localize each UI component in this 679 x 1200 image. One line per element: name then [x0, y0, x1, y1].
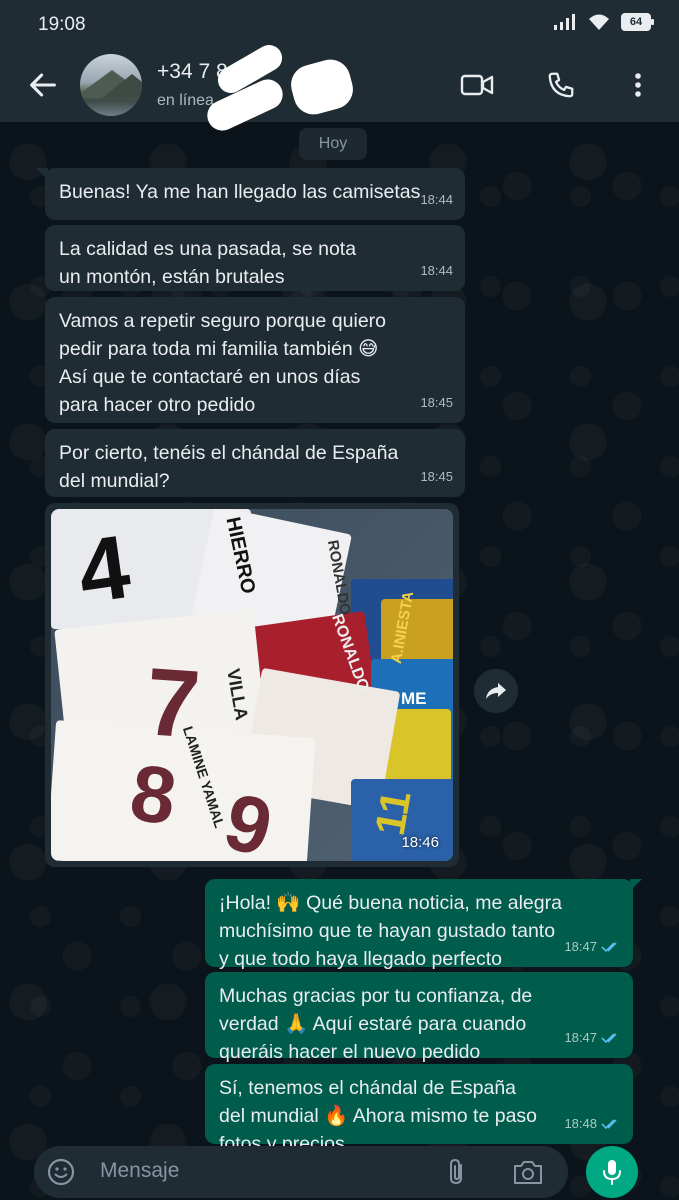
message-text: Buenas! Ya me han llegado las camisetas — [59, 181, 421, 203]
status-icons: 64 — [553, 13, 654, 31]
back-arrow-icon[interactable] — [26, 68, 60, 102]
incoming-message[interactable]: Buenas! Ya me han llegado las camisetas … — [45, 168, 465, 220]
mic-icon — [603, 1160, 621, 1185]
signal-icon — [554, 14, 575, 30]
incoming-message[interactable]: Vamos a repetir seguro porque quiero ped… — [45, 297, 465, 423]
emoji-icon[interactable] — [46, 1157, 76, 1187]
double-check-icon — [601, 1033, 617, 1044]
message-text: Vamos a repetir seguro porque quiero ped… — [59, 310, 386, 416]
contact-status: en línea — [157, 92, 214, 109]
date-chip: Hoy — [299, 128, 367, 160]
message-text: La calidad es una pasada, se nota un mon… — [59, 238, 357, 288]
message-text: Muchas gracias por tu confianza, de verd… — [219, 985, 533, 1063]
message-time: 18:44 — [420, 192, 453, 207]
redaction-mark — [286, 55, 358, 119]
avatar[interactable] — [80, 54, 142, 116]
message-input-bar[interactable]: Mensaje — [34, 1146, 568, 1198]
message-time: 18:47 — [564, 1030, 597, 1045]
message-time: 18:48 — [564, 1116, 597, 1131]
jerseys-photo[interactable]: 4 HIERRO RONALDO A.INIESTA RONALDO ME VI… — [51, 509, 453, 861]
double-check-icon — [601, 1119, 617, 1130]
forward-icon — [486, 683, 506, 699]
video-call-icon[interactable] — [460, 70, 494, 100]
battery-icon: 64 — [621, 13, 654, 31]
jersey-name: ME — [401, 689, 427, 708]
double-check-icon — [601, 942, 617, 953]
attach-icon[interactable] — [444, 1157, 470, 1187]
outgoing-message[interactable]: Sí, tenemos el chándal de España del mun… — [205, 1064, 633, 1155]
incoming-message[interactable]: Por cierto, tenéis el chándal de España … — [45, 429, 465, 497]
mic-button[interactable] — [586, 1146, 638, 1198]
forward-button[interactable] — [474, 669, 518, 713]
status-time: 19:08 — [38, 14, 86, 35]
message-text: Por cierto, tenéis el chándal de España … — [59, 442, 399, 492]
photo-message[interactable]: 4 HIERRO RONALDO A.INIESTA RONALDO ME VI… — [45, 503, 459, 867]
status-bar: 19:08 64 — [0, 0, 679, 50]
chat-header: +34 7 8 5 en línea — [0, 40, 679, 136]
message-time: 18:45 — [420, 395, 453, 410]
camera-icon[interactable] — [512, 1158, 544, 1186]
message-time: 18:44 — [420, 263, 453, 278]
message-time: 18:47 — [564, 939, 597, 954]
message-input[interactable]: Mensaje — [100, 1159, 179, 1183]
incoming-message[interactable]: La calidad es una pasada, se nota un mon… — [45, 225, 465, 291]
message-time: 18:45 — [420, 469, 453, 484]
message-time: 18:46 — [401, 834, 439, 851]
outgoing-message[interactable]: ¡Hola! 🙌 Qué buena noticia, me alegra mu… — [205, 879, 633, 970]
jersey-number: 11 — [365, 786, 420, 839]
wifi-icon — [589, 14, 609, 30]
message-text: ¡Hola! 🙌 Qué buena noticia, me alegra mu… — [219, 892, 562, 970]
more-vert-icon[interactable] — [628, 70, 648, 100]
phone-icon[interactable] — [546, 70, 576, 100]
outgoing-message[interactable]: Muchas gracias por tu confianza, de verd… — [205, 972, 633, 1063]
